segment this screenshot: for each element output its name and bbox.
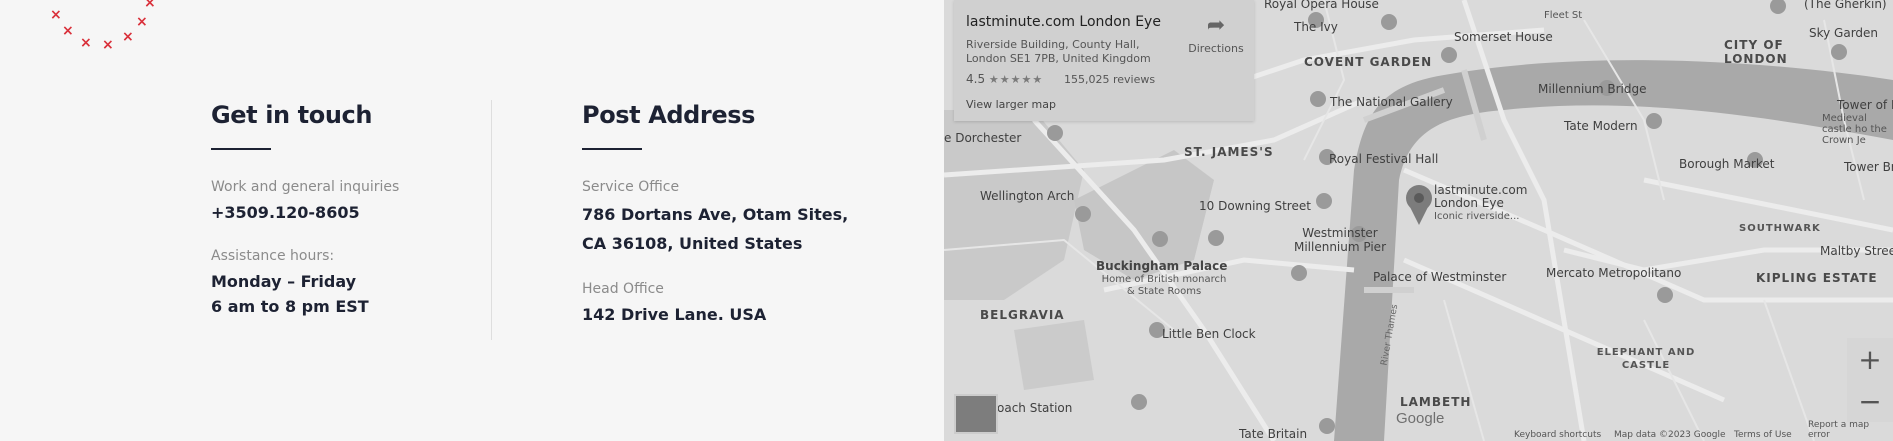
map-label: KIPLING ESTATE <box>1756 271 1878 285</box>
map-label: Tower of Lon <box>1837 98 1893 112</box>
view-larger-map-link[interactable]: View larger map <box>966 98 1056 111</box>
directions-button[interactable]: ➦ Directions <box>1186 13 1246 56</box>
directions-label: Directions <box>1188 42 1244 55</box>
map-label: Millennium Bridge <box>1538 82 1647 96</box>
place-title: lastminute.com London Eye <box>966 14 1161 30</box>
service-office-line2: CA 36108, United States <box>582 234 803 253</box>
map-label: Palace of Westminster <box>1373 270 1507 284</box>
terms-link[interactable]: Terms of Use <box>1734 430 1792 440</box>
map-label: ST. JAMES'S <box>1184 145 1274 159</box>
map-label: BELGRAVIA <box>980 308 1065 322</box>
map-label: 10 Downing Street <box>1199 199 1311 213</box>
map-label: Royal Festival Hall <box>1329 152 1439 166</box>
place-rating: 4.5 ★★★★★ <box>966 72 1043 86</box>
place-info-card: lastminute.com London Eye Riverside Buil… <box>954 0 1254 121</box>
zoom-in-button[interactable]: + <box>1847 338 1893 380</box>
star-rating-icon: ★★★★★ <box>988 73 1044 86</box>
column-divider <box>491 100 492 340</box>
head-office-value: 142 Drive Lane. USA <box>582 305 767 324</box>
map-label: The National Gallery <box>1330 95 1453 109</box>
place-address: Riverside Building, County Hall, London … <box>966 38 1151 65</box>
heading-underline <box>582 148 642 150</box>
inquiries-label: Work and general inquiries <box>211 179 400 195</box>
map-label: Buckingham Palace <box>1096 259 1228 273</box>
head-office-label: Head Office <box>582 281 664 297</box>
map-label: Maltby Stree <box>1820 244 1893 258</box>
contact-heading: Get in touch <box>211 101 373 129</box>
map-label: Wellington Arch <box>980 189 1075 203</box>
map-label: Little Ben Clock <box>1162 327 1256 341</box>
address-heading: Post Address <box>582 101 756 129</box>
map-label: Sky Garden <box>1809 26 1879 40</box>
hours-time: 6 am to 8 pm EST <box>211 297 369 316</box>
map-label: SOUTHWARK <box>1739 223 1821 234</box>
map-label: (The Gherkin) <box>1804 0 1887 11</box>
map-label: COVENT GARDEN <box>1304 55 1433 69</box>
map-label: Mercato Metropolitano <box>1546 266 1682 280</box>
address-section: Post Address Service Office 786 Dortans … <box>582 100 902 327</box>
phone-number[interactable]: +3509.120-8605 <box>211 200 471 225</box>
zoom-out-button[interactable]: − <box>1847 380 1893 422</box>
map-label: LAMBETH <box>1400 395 1472 409</box>
map-label: Tate Modern <box>1564 119 1638 133</box>
decorative-cross-pattern: × × × × × × × <box>50 0 156 53</box>
google-logo: Google <box>1396 410 1445 427</box>
map-label: Medieval castle ho the Crown Je <box>1822 113 1887 146</box>
map-label: e Dorchester <box>944 131 1022 145</box>
zoom-controls: + − <box>1847 338 1893 422</box>
map-label: Fleet St <box>1544 10 1583 21</box>
map-data-text: Map data ©2023 Google <box>1614 430 1726 440</box>
map-label: CITY OF LONDON <box>1724 38 1788 66</box>
map-label: Westminster Millennium Pier <box>1293 226 1386 254</box>
map-footer: Keyboard shortcuts Map data ©2023 Google… <box>944 420 1893 441</box>
hours-label: Assistance hours: <box>211 248 335 264</box>
contact-section: Get in touch Work and general inquiries … <box>211 100 471 319</box>
map-label: Borough Market <box>1679 157 1775 171</box>
service-office-line1: 786 Dortans Ave, Otam Sites, <box>582 205 849 224</box>
report-error-link[interactable]: Report a map error <box>1808 420 1893 440</box>
map-label: The Ivy <box>1294 20 1338 34</box>
map-label: oach Station <box>997 401 1073 415</box>
google-map-embed[interactable]: lastminute.com London Eye Riverside Buil… <box>944 0 1893 441</box>
map-label: Tower Br <box>1844 160 1893 174</box>
hours-days: Monday – Friday <box>211 272 357 291</box>
map-label: Iconic riverside... <box>1434 211 1520 222</box>
review-count-link[interactable]: 155,025 reviews <box>1064 73 1155 86</box>
map-label: lastminute.com London Eye <box>1434 183 1528 210</box>
map-label: Royal Opera House <box>1264 0 1379 11</box>
keyboard-shortcuts-link[interactable]: Keyboard shortcuts <box>1514 430 1601 440</box>
rating-value: 4.5 <box>966 72 986 86</box>
service-office-label: Service Office <box>582 179 680 195</box>
map-label: ELEPHANT AND CASTLE <box>1596 347 1696 371</box>
directions-icon: ➦ <box>1206 13 1226 38</box>
map-label: Home of British monarch & State Rooms <box>1101 274 1227 297</box>
heading-underline <box>211 148 271 150</box>
map-label: Somerset House <box>1454 30 1553 44</box>
